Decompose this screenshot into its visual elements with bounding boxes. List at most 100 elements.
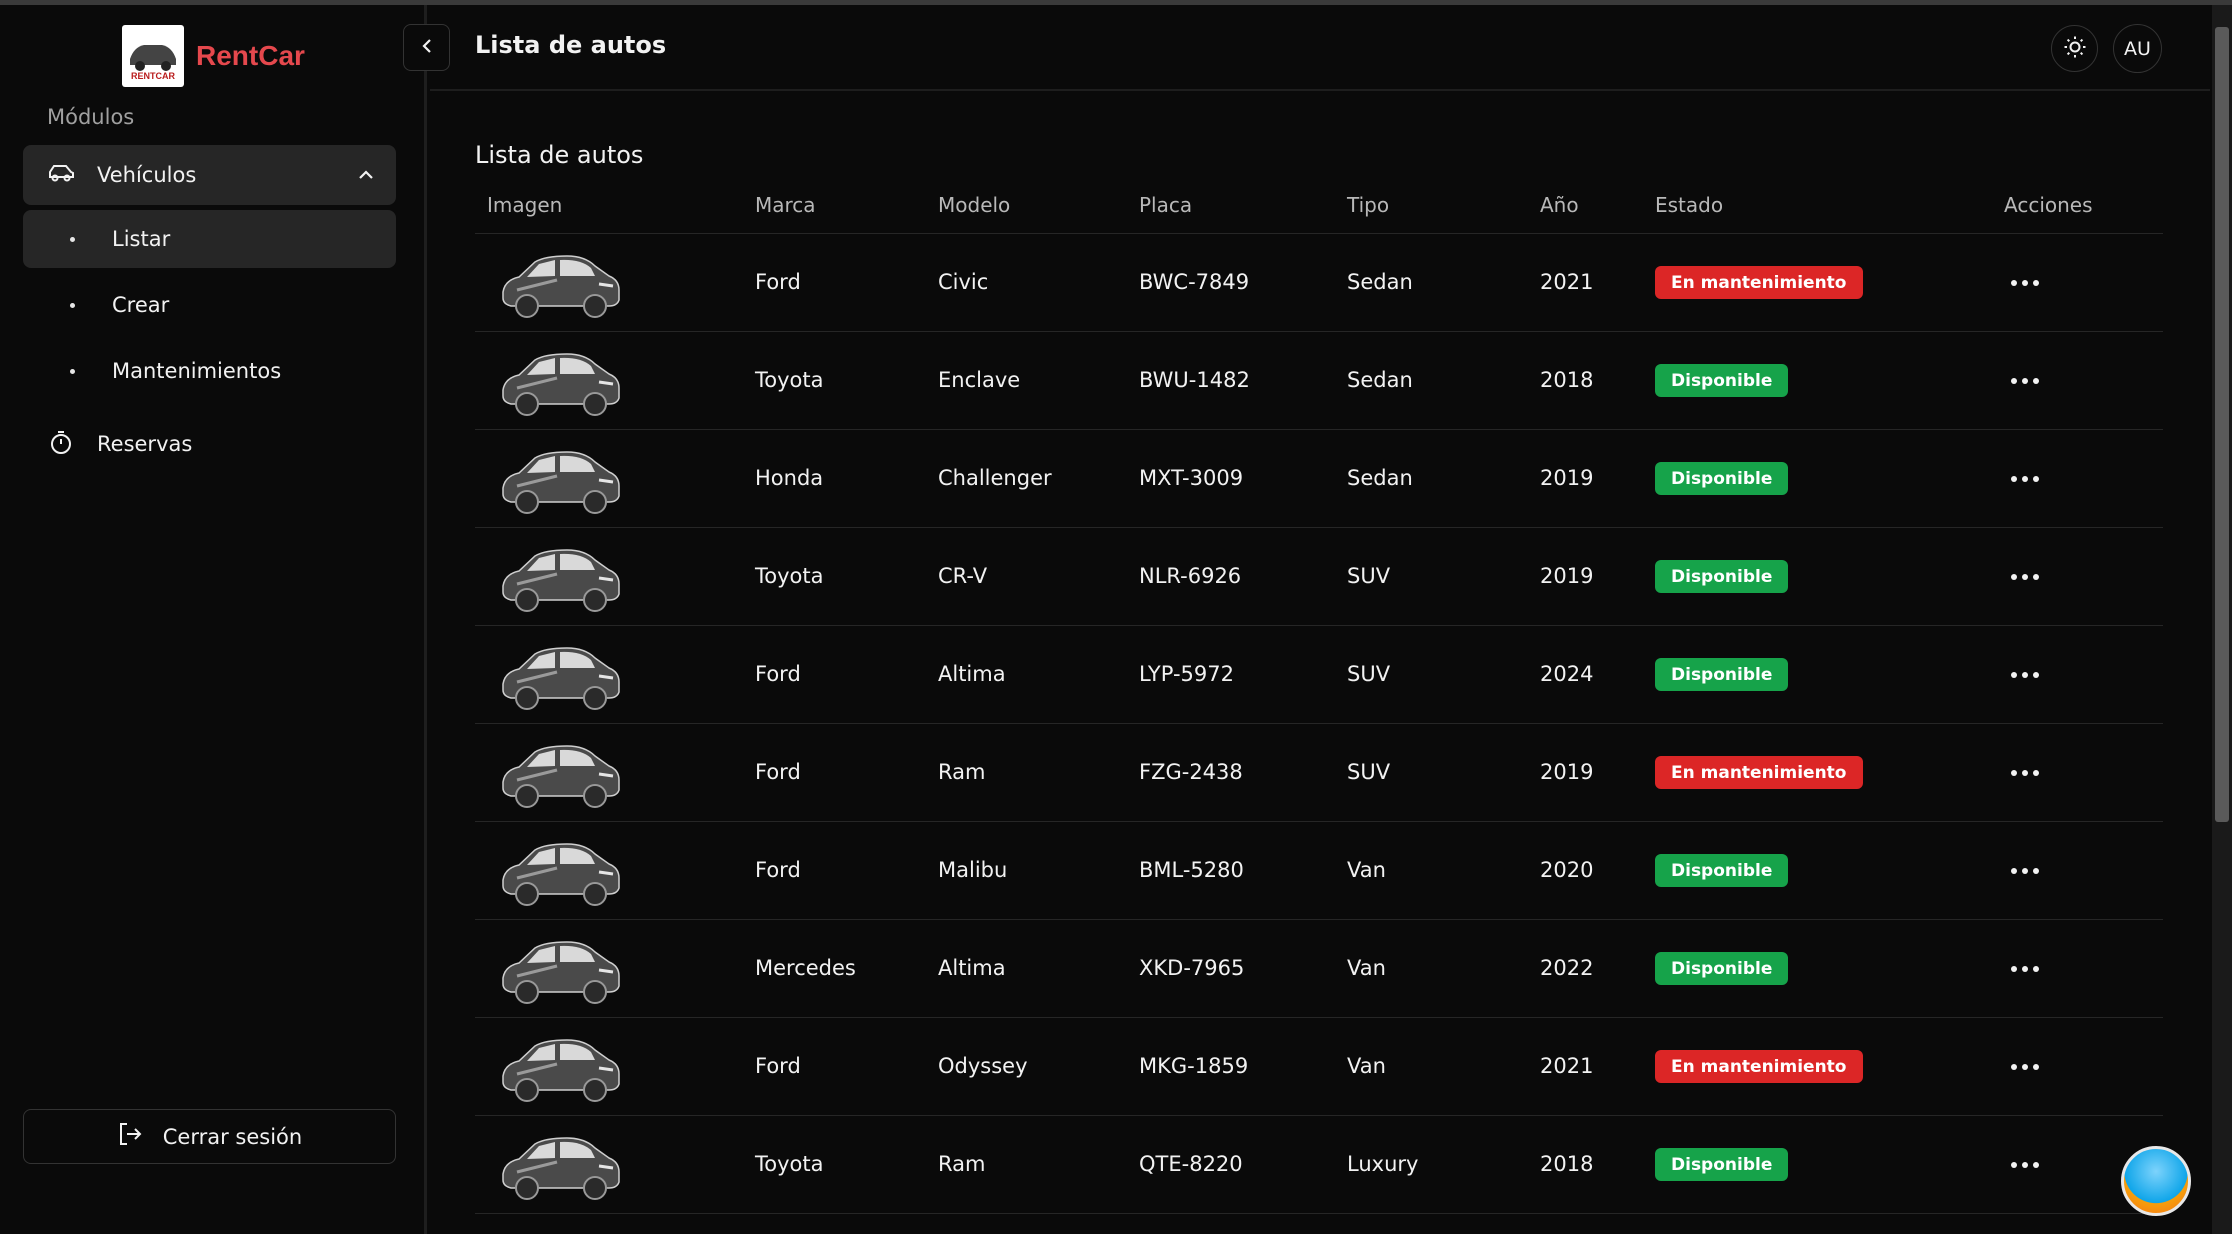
- cell-modelo: Enclave: [938, 368, 1021, 392]
- table-row: Ford Altima LYP-5972 SUV 2024 Disponible: [475, 626, 2163, 724]
- collapse-sidebar-button[interactable]: [403, 24, 450, 71]
- car-image: [497, 348, 623, 418]
- cell-modelo: Malibu: [938, 858, 1008, 882]
- cell-anio: 2018: [1540, 368, 1594, 392]
- column-header-modelo: Modelo: [938, 193, 1011, 217]
- car-image: [497, 936, 623, 1006]
- chevron-left-icon: [421, 37, 433, 59]
- cell-marca: Ford: [755, 662, 801, 686]
- cell-marca: Ford: [755, 1054, 801, 1078]
- chevron-up-icon[interactable]: [336, 166, 396, 185]
- sidebar-item-label: Reservas: [97, 432, 193, 456]
- cell-anio: 2022: [1540, 956, 1594, 980]
- status-badge: Disponible: [1655, 658, 1789, 691]
- cell-anio: 2020: [1540, 858, 1594, 882]
- car-image: [497, 544, 623, 614]
- car-image: [497, 740, 623, 810]
- scrollbar-thumb[interactable]: [2215, 27, 2229, 822]
- status-badge: Disponible: [1655, 462, 1789, 495]
- theme-toggle-button[interactable]: [2051, 25, 2098, 72]
- car-image: [497, 446, 623, 516]
- floating-avatar-button[interactable]: [2121, 1146, 2191, 1216]
- cell-marca: Toyota: [755, 1152, 824, 1176]
- status-badge: Disponible: [1655, 1148, 1789, 1181]
- sidebar-subitem-label: Listar: [112, 227, 171, 251]
- sidebar-item-reservas[interactable]: Reservas: [23, 416, 396, 472]
- cell-tipo: Sedan: [1347, 466, 1413, 490]
- cell-marca: Toyota: [755, 564, 824, 588]
- status-badge: Disponible: [1655, 854, 1789, 887]
- cell-placa: FZG-2438: [1139, 760, 1243, 784]
- more-actions-icon[interactable]: [2011, 770, 2039, 776]
- cell-marca: Ford: [755, 760, 801, 784]
- cell-placa: BWC-7849: [1139, 270, 1250, 294]
- status-badge: En mantenimiento: [1655, 1050, 1863, 1083]
- sidebar-subitem-crear[interactable]: Crear: [23, 276, 396, 334]
- cell-anio: 2021: [1540, 1054, 1594, 1078]
- cell-modelo: Civic: [938, 270, 989, 294]
- status-badge: Disponible: [1655, 952, 1789, 985]
- car-icon: [47, 162, 75, 188]
- more-actions-icon[interactable]: [2011, 280, 2039, 286]
- sidebar-item-vehiculos[interactable]: Vehículos: [23, 145, 396, 205]
- car-image: [497, 1034, 623, 1104]
- cell-tipo: Luxury: [1347, 1152, 1419, 1176]
- more-actions-icon[interactable]: [2011, 1162, 2039, 1168]
- more-actions-icon[interactable]: [2011, 476, 2039, 482]
- logo-lettering: RENTCAR: [131, 71, 175, 81]
- column-header-tipo: Tipo: [1347, 193, 1390, 217]
- cell-tipo: Van: [1347, 956, 1386, 980]
- more-actions-icon[interactable]: [2011, 966, 2039, 972]
- table-row: Ford Malibu BML-5280 Van 2020 Disponible: [475, 822, 2163, 920]
- table-row: Toyota CR-V NLR-6926 SUV 2019 Disponible: [475, 528, 2163, 626]
- cell-marca: Ford: [755, 270, 801, 294]
- sidebar-subitem-mantenimientos[interactable]: Mantenimientos: [23, 342, 396, 400]
- sun-icon: [2063, 35, 2087, 63]
- cell-anio: 2019: [1540, 564, 1594, 588]
- bullet-icon: [70, 236, 75, 242]
- cell-modelo: CR-V: [938, 564, 988, 588]
- cell-tipo: Van: [1347, 858, 1386, 882]
- more-actions-icon[interactable]: [2011, 574, 2039, 580]
- more-actions-icon[interactable]: [2011, 672, 2039, 678]
- cell-marca: Mercedes: [755, 956, 856, 980]
- table-row: Ford Ram FZG-2438 SUV 2019 En mantenimie…: [475, 724, 2163, 822]
- table-row: Toyota Ram QTE-8220 Luxury 2018 Disponib…: [475, 1116, 2163, 1214]
- cell-anio: 2019: [1540, 466, 1594, 490]
- more-actions-icon[interactable]: [2011, 1064, 2039, 1070]
- column-header-anio: Año: [1540, 193, 1579, 217]
- cell-placa: MXT-3009: [1139, 466, 1244, 490]
- table-row: Toyota Enclave BWU-1482 Sedan 2018 Dispo…: [475, 332, 2163, 430]
- top-header: [430, 5, 2210, 91]
- more-actions-icon[interactable]: [2011, 378, 2039, 384]
- timer-icon: [47, 428, 75, 460]
- cell-modelo: Ram: [938, 760, 986, 784]
- cell-tipo: Van: [1347, 1054, 1386, 1078]
- cell-modelo: Odyssey: [938, 1054, 1028, 1078]
- sidebar-subitem-label: Mantenimientos: [112, 359, 282, 383]
- car-image: [497, 1132, 623, 1202]
- cell-placa: NLR-6926: [1139, 564, 1242, 588]
- column-header-acciones: Acciones: [2004, 193, 2093, 217]
- cell-marca: Toyota: [755, 368, 824, 392]
- brand[interactable]: RENTCAR RentCar: [122, 25, 305, 87]
- user-avatar[interactable]: AU: [2113, 24, 2162, 73]
- sidebar-subitem-label: Crear: [112, 293, 170, 317]
- sidebar-item-label: Vehículos: [97, 163, 197, 187]
- cell-placa: XKD-7965: [1139, 956, 1245, 980]
- scrollbar[interactable]: [2212, 5, 2232, 1234]
- section-label: Módulos: [47, 105, 135, 129]
- more-actions-icon[interactable]: [2011, 868, 2039, 874]
- logout-button[interactable]: Cerrar sesión: [23, 1109, 396, 1164]
- car-image: [497, 838, 623, 908]
- cell-tipo: Sedan: [1347, 270, 1413, 294]
- cell-tipo: SUV: [1347, 760, 1391, 784]
- logout-label: Cerrar sesión: [162, 1124, 303, 1149]
- table-row: Honda Challenger MXT-3009 Sedan 2019 Dis…: [475, 430, 2163, 528]
- column-header-estado: Estado: [1655, 193, 1724, 217]
- column-header-imagen: Imagen: [487, 193, 563, 217]
- sidebar-subitem-listar[interactable]: Listar: [23, 210, 396, 268]
- cell-placa: LYP-5972: [1139, 662, 1234, 686]
- cell-modelo: Altima: [938, 956, 1006, 980]
- column-header-placa: Placa: [1139, 193, 1193, 217]
